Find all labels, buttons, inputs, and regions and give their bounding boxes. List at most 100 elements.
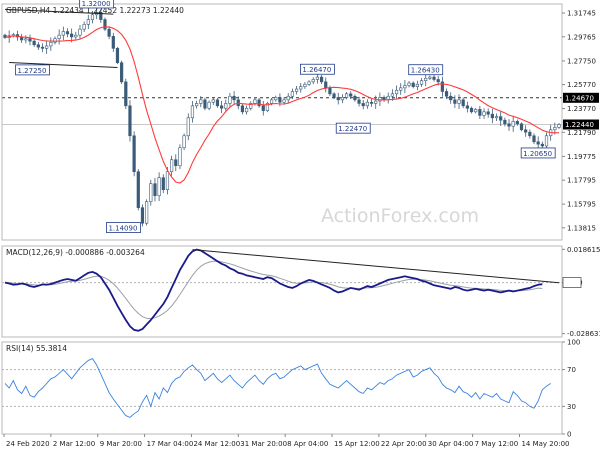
candle-body	[136, 171, 140, 208]
price-tick-label: 1.21790	[567, 129, 596, 137]
candle-body	[503, 119, 507, 125]
candle-body	[553, 127, 557, 131]
candle-body	[86, 19, 90, 25]
candle-body	[240, 105, 245, 113]
candle-body	[57, 34, 61, 40]
x-tick-label: 30 Apr 04:00	[428, 440, 474, 448]
candle-body	[24, 38, 28, 41]
candle-body	[61, 31, 65, 36]
candle-body	[190, 105, 195, 119]
candle-body	[149, 183, 153, 202]
candle-body	[294, 88, 299, 92]
x-tick-label: 2 Mar 12:00	[53, 440, 95, 448]
candle-body	[45, 45, 49, 49]
candle-body	[365, 101, 369, 107]
candle-body	[286, 95, 290, 101]
candle-body	[170, 159, 174, 173]
price-annotation-label: 1.22470	[338, 125, 367, 133]
rsi-tick-label: 100	[567, 339, 580, 347]
x-tick-label: 8 Apr 04:00	[287, 440, 328, 448]
candle-body	[107, 28, 111, 37]
price-tick-label: 1.15795	[567, 201, 596, 209]
price-tick-label: 1.27750	[567, 57, 596, 65]
candle-body	[299, 86, 303, 90]
candle-body	[153, 183, 157, 196]
candle-body	[207, 101, 211, 109]
candle-body	[224, 103, 228, 109]
candle-body	[557, 124, 561, 128]
candle-body	[465, 105, 469, 109]
candle-body	[319, 76, 324, 83]
candle-body	[32, 40, 36, 46]
candle-body	[49, 42, 53, 47]
candle-body	[399, 87, 403, 91]
candle-body	[540, 143, 544, 147]
candle-body	[361, 103, 365, 107]
candle-body	[53, 38, 57, 43]
candle-body	[220, 105, 224, 109]
candle-body	[178, 147, 182, 167]
candle-body	[115, 48, 120, 64]
candle-body	[182, 135, 186, 149]
resistance-price-label: 1.24670	[565, 94, 594, 102]
candle-body	[349, 93, 353, 97]
candle-body	[124, 81, 128, 107]
candle-body	[165, 171, 170, 190]
candle-body	[65, 31, 70, 35]
chart-root: ActionForex.com GBPUSD,H4 1.22434 1.22452…	[0, 0, 600, 450]
rsi-header: RSI(14) 55.3814	[6, 344, 67, 353]
candle-body	[390, 93, 394, 97]
candle-body	[120, 62, 124, 83]
candle-body	[407, 82, 411, 86]
candle-body	[161, 177, 165, 190]
candle-body	[40, 46, 45, 49]
macd-tick-label: 0.018615	[567, 246, 600, 254]
candle-body	[211, 99, 215, 103]
rsi-tick-label: 30	[567, 403, 576, 411]
candle-body	[478, 109, 482, 116]
rsi-tick-label: 70	[567, 366, 576, 374]
candle-body	[486, 111, 490, 115]
candle-body	[28, 38, 32, 42]
candle-body	[199, 99, 203, 104]
candle-body	[157, 177, 161, 196]
candle-body	[307, 81, 311, 85]
price-annotation-label: 1.32000	[82, 0, 111, 8]
candle-body	[544, 135, 549, 147]
price-tick-label: 1.31745	[567, 10, 596, 18]
candle-body	[332, 93, 336, 98]
candle-body	[261, 105, 265, 111]
candle-body	[174, 159, 178, 167]
x-tick-label: 17 Mar 04:00	[147, 440, 194, 448]
candle-body	[90, 14, 95, 20]
candle-body	[36, 44, 40, 48]
candle-body	[336, 97, 340, 101]
candle-body	[74, 34, 78, 38]
candle-body	[394, 89, 399, 95]
chart-svg: ActionForex.comGBPUSD,H4 1.22434 1.22452…	[0, 0, 600, 450]
candle-body	[499, 116, 503, 121]
candle-body	[440, 81, 444, 92]
candle-body	[494, 116, 499, 119]
candle-body	[232, 95, 236, 101]
candle-body	[415, 83, 419, 87]
candle-body	[432, 76, 436, 80]
candle-body	[282, 99, 286, 103]
candle-body	[311, 79, 315, 83]
current-price-label: 1.22440	[565, 121, 594, 129]
candle-body	[444, 91, 449, 97]
candle-body	[403, 85, 407, 89]
price-annotation-label: 1.27250	[17, 67, 46, 75]
candle-body	[195, 103, 199, 107]
candle-body	[353, 95, 357, 101]
candle-body	[269, 99, 274, 104]
candle-body	[132, 135, 136, 173]
candle-body	[515, 121, 519, 125]
candle-body	[449, 95, 453, 101]
watermark: ActionForex.com	[321, 205, 479, 227]
candle-body	[528, 131, 532, 137]
price-annotation-label: 1.26470	[302, 66, 331, 74]
candle-body	[532, 135, 536, 143]
candle-body	[490, 113, 494, 119]
candle-body	[369, 101, 374, 104]
